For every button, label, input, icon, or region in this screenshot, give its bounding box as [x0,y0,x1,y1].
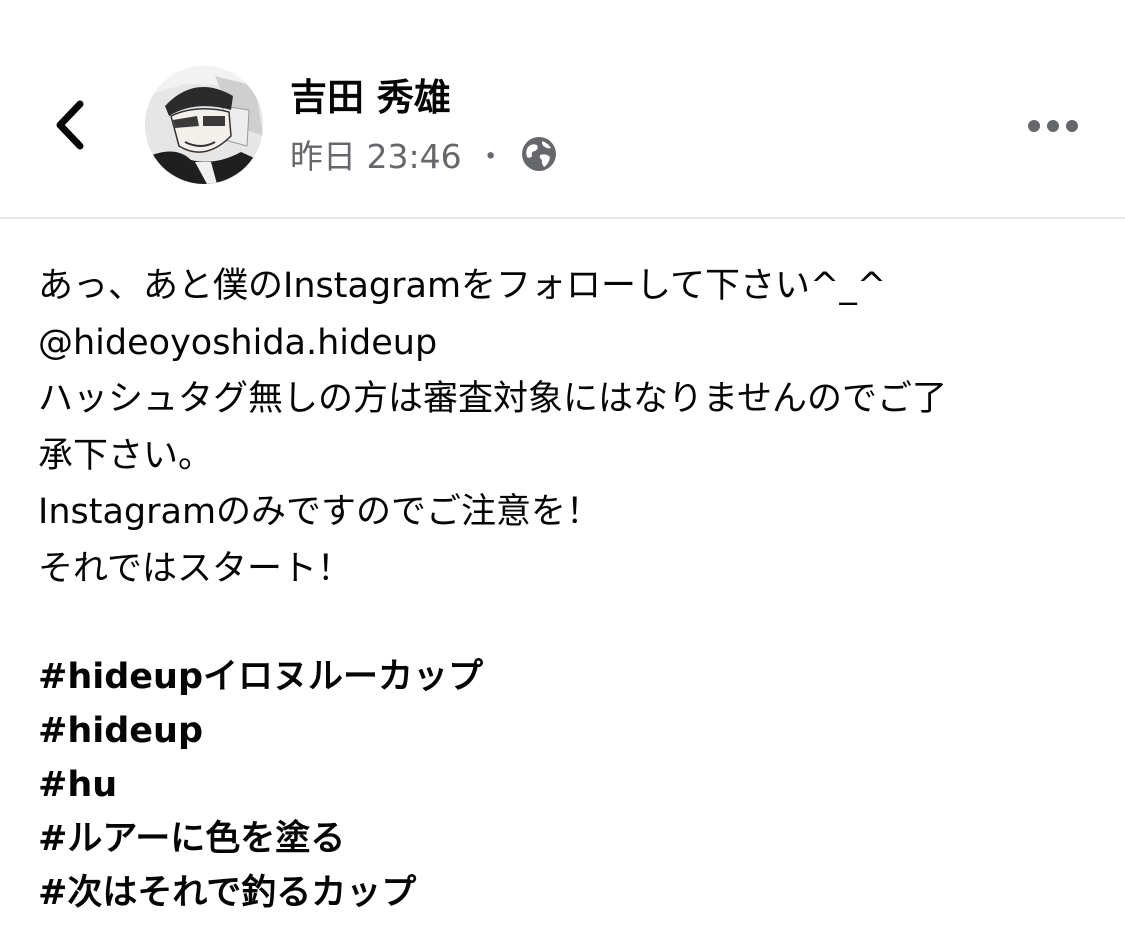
avatar-image [145,66,263,184]
post-timestamp[interactable]: 昨日 23:46 [290,130,462,178]
hashtag-link[interactable]: #hu [38,758,483,812]
post-line: それではスタート！ [38,548,352,589]
hashtag-list: #hideupイロヌルーカップ #hideup #hu #ルアーに色を塗る #次… [38,650,483,920]
author-name[interactable]: 吉田 秀雄 [290,76,451,120]
hashtag-link[interactable]: #ルアーに色を塗る [38,812,483,866]
hashtag-link[interactable]: #次はそれで釣るカップ [38,866,483,920]
hashtag-link[interactable]: #hideup [38,704,483,758]
post-line: あっ、あと僕のInstagramをフォローして下さい^_^ [38,266,887,306]
post-line: 承下さい。 [38,435,214,476]
post-line: Instagramのみですのでご注意を！ [38,492,602,532]
chevron-left-icon [56,100,84,150]
globe-icon [521,137,556,171]
avatar[interactable] [145,66,263,184]
more-options-button[interactable] [1022,104,1084,148]
more-horizontal-icon [1028,120,1078,132]
meta-separator: ・ [475,140,506,175]
post-meta: 昨日 23:46 ・ [290,132,558,176]
back-button[interactable] [44,92,100,158]
post-header: 吉田 秀雄 昨日 23:46 ・ [0,0,1125,219]
instagram-handle-link[interactable]: @hideoyoshida.hideup [38,315,1098,372]
post-text: あっ、あと僕のInstagramをフォローして下さい^_^ @hideoyosh… [38,258,1098,597]
hashtag-link[interactable]: #hideupイロヌルーカップ [38,650,483,704]
post-line: ハッシュタグ無しの方は審査対象にはなりませんのでご了 [38,379,947,419]
